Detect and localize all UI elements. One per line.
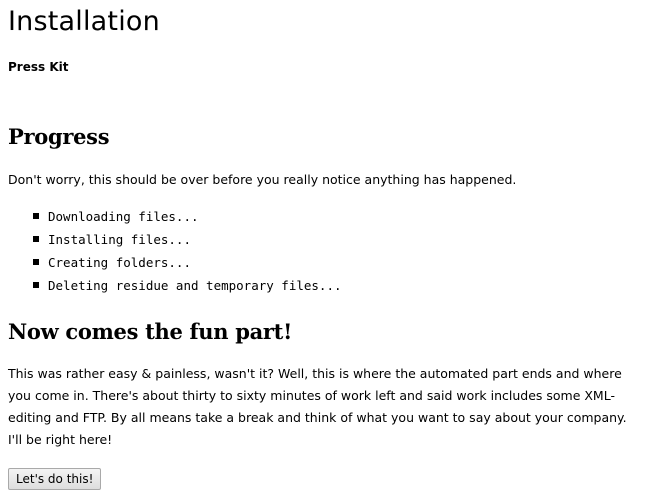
page-title: Installation [8, 6, 160, 37]
next-steps-heading: Now comes the fun part! [8, 319, 292, 344]
page-subtitle: Press Kit [8, 60, 69, 74]
step-label: Creating folders... [48, 255, 191, 270]
progress-intro: Don't worry, this should be over before … [8, 172, 517, 187]
progress-heading: Progress [8, 124, 110, 149]
progress-steps-list: Downloading files... Installing files...… [8, 205, 342, 297]
step-label: Downloading files... [48, 209, 199, 224]
next-steps-body: This was rather easy & painless, wasn't … [8, 366, 627, 447]
square-bullet-icon [33, 236, 39, 242]
square-bullet-icon [33, 259, 39, 265]
lets-do-this-button[interactable]: Let's do this! [8, 468, 102, 490]
square-bullet-icon [33, 282, 39, 288]
list-item: Downloading files... [8, 205, 342, 228]
square-bullet-icon [33, 213, 39, 219]
list-item: Installing files... [8, 228, 342, 251]
step-label: Installing files... [48, 232, 191, 247]
list-item: Deleting residue and temporary files... [8, 274, 342, 297]
list-item: Creating folders... [8, 251, 342, 274]
step-label: Deleting residue and temporary files... [48, 278, 342, 293]
